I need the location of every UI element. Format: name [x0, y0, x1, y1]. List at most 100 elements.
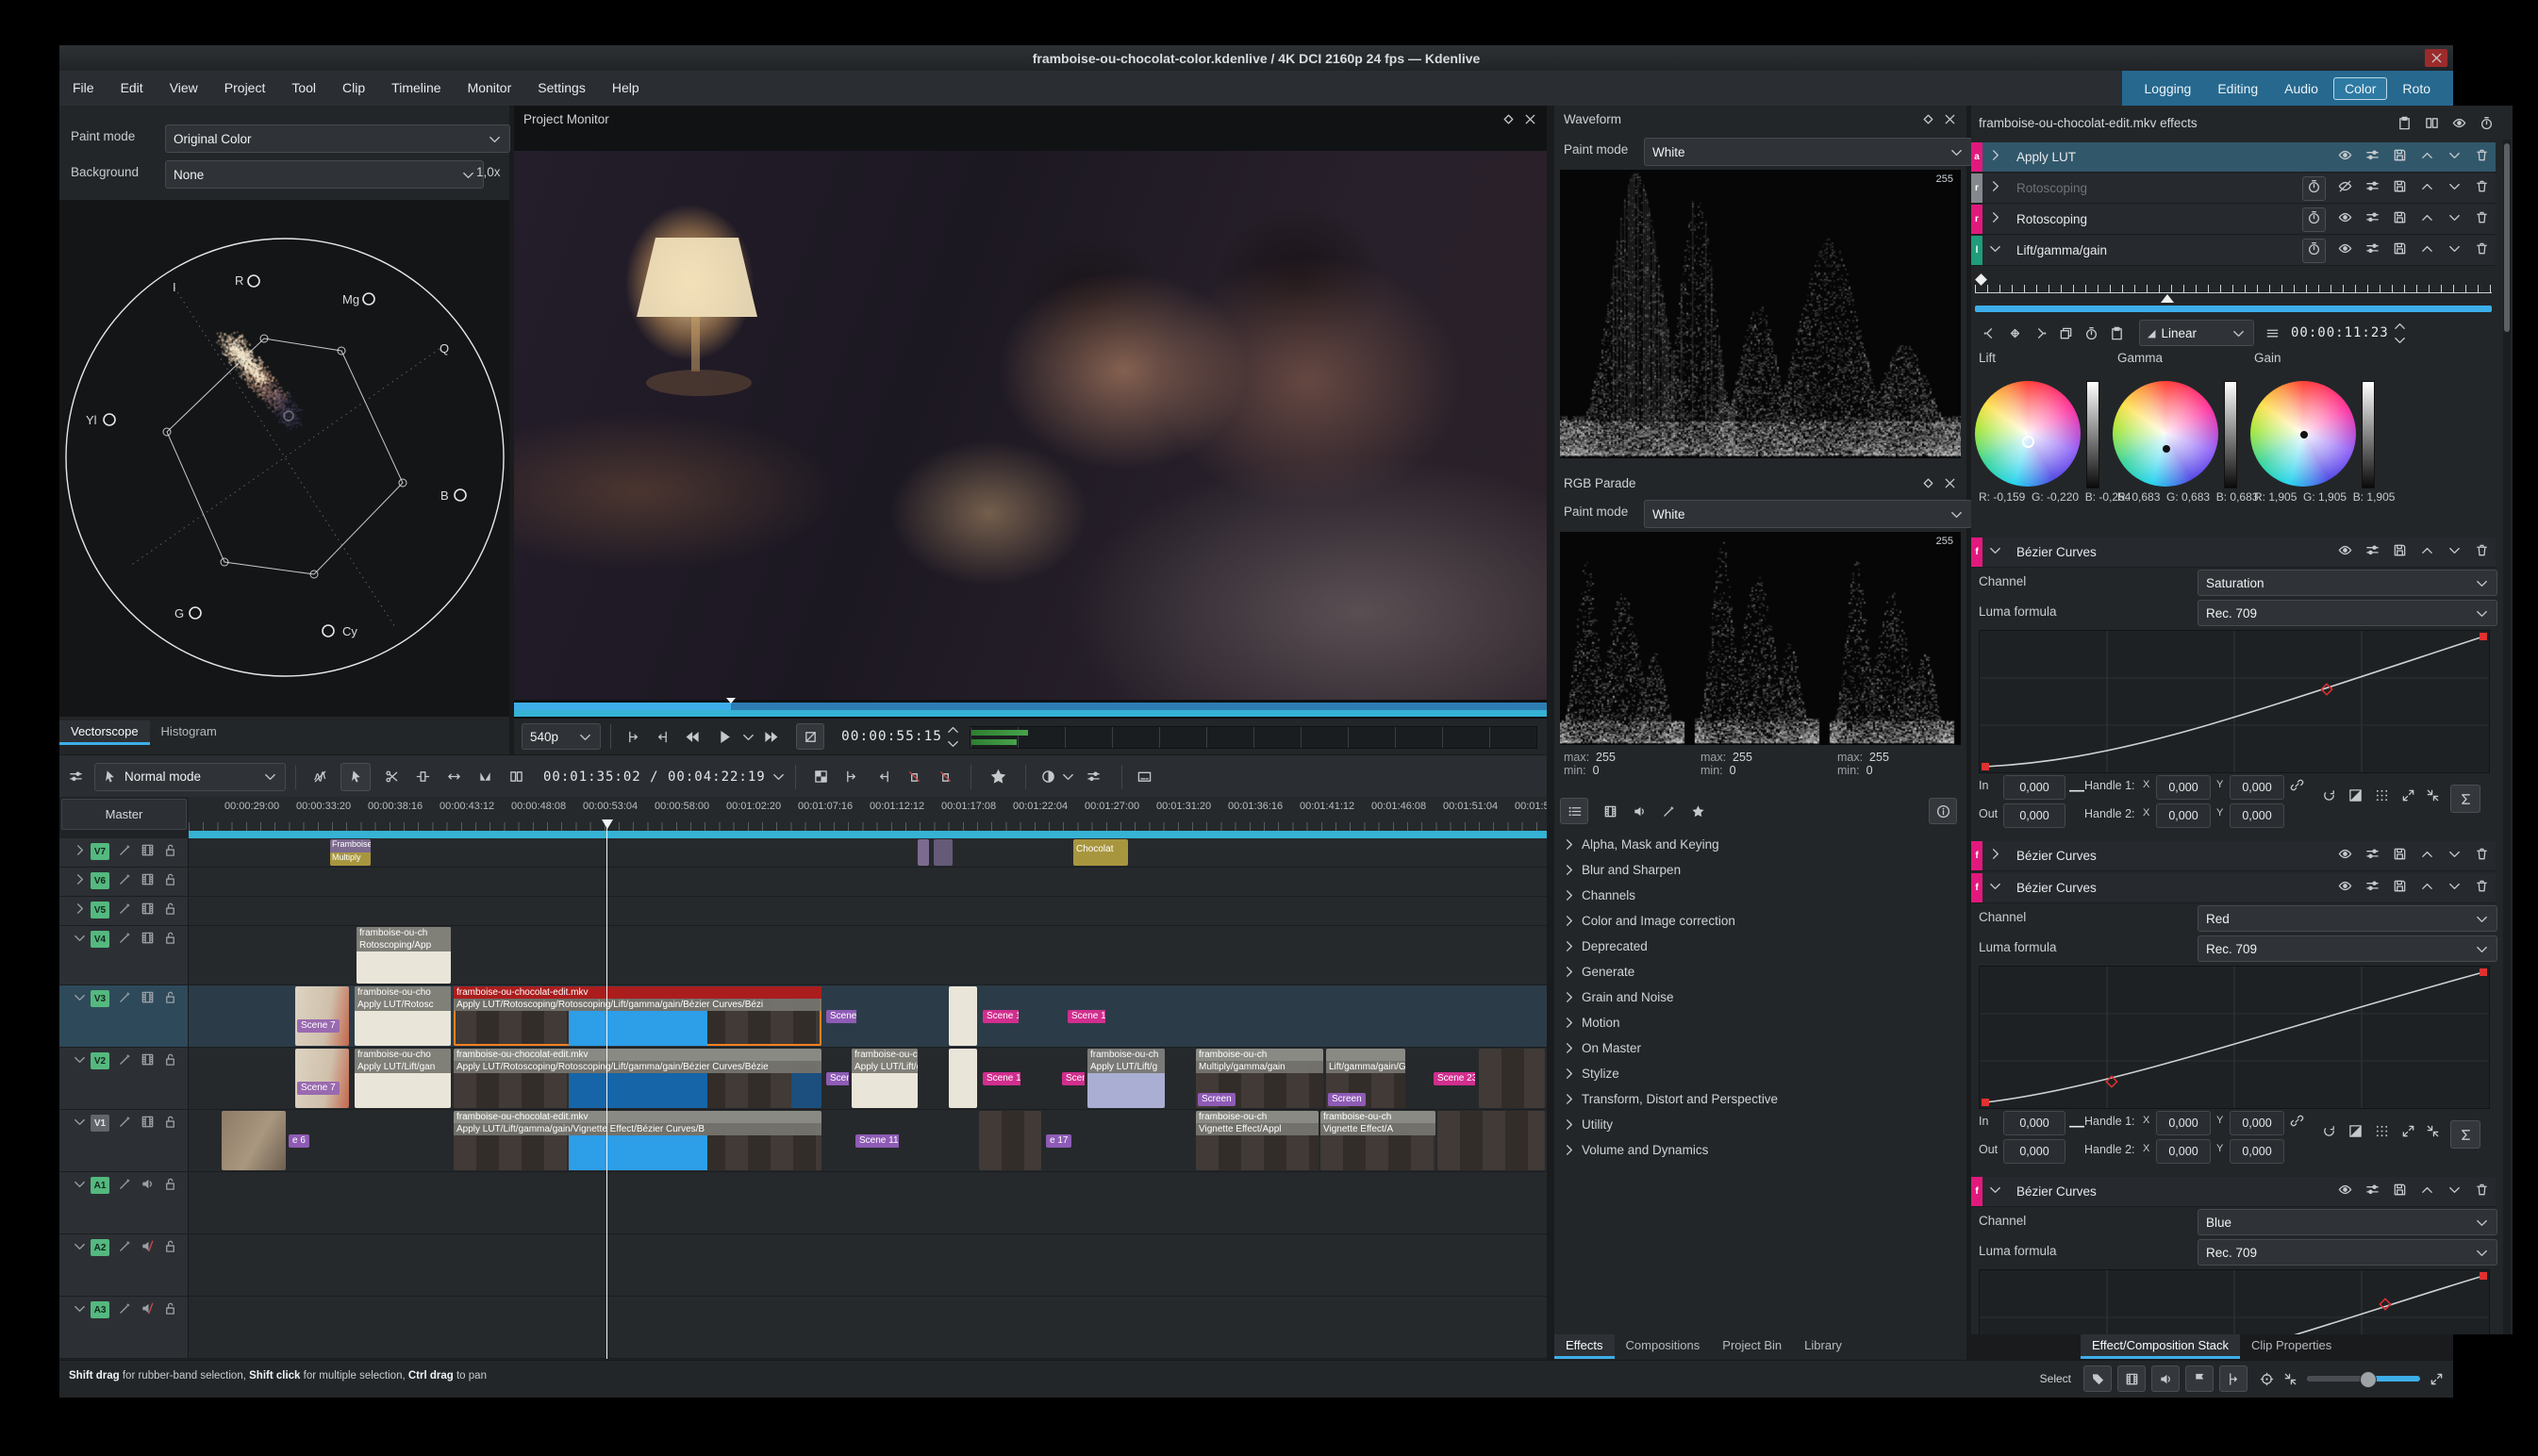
luma-formula-select[interactable]: Rec. 709 [2198, 600, 2497, 626]
effect-presets-button[interactable] [2365, 847, 2380, 866]
keyframe-toggle-button[interactable] [2302, 239, 2326, 263]
wheel-cursor[interactable] [2163, 445, 2170, 453]
effect-category-item[interactable]: Transform, Distort and Perspective [1554, 1086, 1966, 1112]
favorite-effects-filter-button[interactable] [1691, 804, 1705, 819]
wheel-slider-gain[interactable] [2362, 381, 2375, 488]
timeline-clip[interactable]: Scene 23 [1432, 1049, 1475, 1108]
move-effect-down-button[interactable] [2447, 148, 2462, 167]
track-effects-icon[interactable] [118, 872, 132, 886]
track-collapse-button[interactable] [64, 1301, 87, 1315]
timeline-clip[interactable]: Scene 7 [295, 986, 349, 1046]
timeline-clip-selected[interactable]: framboise-ou-chocolat-edit.mkvApply LUT/… [454, 986, 821, 1046]
track-effects-icon[interactable] [118, 1177, 132, 1191]
keyframe-timecode[interactable]: 00:00:11:23 [2291, 325, 2389, 340]
video-thumbnails-toggle[interactable] [2117, 1365, 2146, 1392]
track-target-chip[interactable]: V7 [91, 843, 109, 860]
effect-enable-button[interactable] [2338, 543, 2352, 562]
timeline-ruler[interactable]: 00:00:29:0000:00:33:2000:00:38:1600:00:4… [189, 797, 1547, 832]
lock-icon[interactable] [163, 1239, 177, 1253]
track-collapse-button[interactable] [64, 843, 87, 857]
timeline-clip[interactable]: framboise-ou-chocolat-edit.mkvApply LUT/… [454, 1111, 821, 1170]
channel-select[interactable]: Saturation [2198, 570, 2497, 596]
save-effect-button[interactable] [2393, 847, 2407, 866]
delete-effect-button[interactable] [2475, 210, 2489, 229]
timeline-clip[interactable]: framboise-ou-chVignette Effect/Appl [1196, 1111, 1319, 1170]
effect-row[interactable]: lLift/gamma/gain [1971, 236, 2496, 266]
close-panel-button[interactable] [1943, 476, 1957, 490]
effect-category-item[interactable]: Color and Image correction [1554, 908, 1966, 934]
tab-compositions[interactable]: Compositions [1615, 1334, 1712, 1359]
timeline-zoom-slider[interactable] [2307, 1376, 2420, 1382]
playback-speed-button[interactable] [1041, 769, 1055, 784]
track-target-chip[interactable]: A1 [91, 1177, 109, 1194]
effect-expand-button[interactable] [1988, 543, 2002, 562]
wheel-slider-lift[interactable] [2086, 381, 2099, 488]
slip-tool-button[interactable] [447, 769, 461, 784]
wheel-slider-gamma[interactable] [2224, 381, 2237, 488]
tab-library[interactable]: Library [1793, 1334, 1853, 1359]
keyframe-options-button[interactable] [2265, 326, 2280, 340]
timeline-clip[interactable]: framboise-ou-chRotoscoping/App [357, 927, 451, 984]
timeline-clip[interactable] [949, 1049, 977, 1108]
move-effect-up-button[interactable] [2420, 1183, 2434, 1201]
rewind-button[interactable] [683, 728, 701, 746]
rgb-parade-paint-mode-select[interactable]: White [1644, 500, 1972, 528]
luma-formula-select[interactable]: Rec. 709 [2198, 935, 2497, 962]
zone-mode-button[interactable] [796, 723, 824, 750]
track-header-v7[interactable]: V7 [59, 838, 189, 867]
track-target-chip[interactable]: V1 [91, 1115, 109, 1132]
effect-expand-button[interactable] [1988, 148, 2002, 167]
timeline-clip[interactable]: framboise-ou-choApply LUT/Lift/gan [355, 1049, 451, 1108]
tab-vectorscope[interactable]: Vectorscope [59, 720, 150, 745]
fit-zoom-button[interactable] [2283, 1372, 2297, 1386]
keyframe-stopwatch-button[interactable] [2084, 326, 2098, 340]
track-target-chip[interactable]: V2 [91, 1052, 109, 1069]
play-button[interactable] [716, 728, 734, 746]
timeline-clip[interactable] [934, 839, 953, 866]
track-header-v3[interactable]: V3 [59, 985, 189, 1047]
keyframe-zone-bar[interactable] [1975, 306, 2492, 312]
spacer-tool-button[interactable] [416, 769, 430, 784]
save-effect-button[interactable] [2393, 241, 2407, 260]
film-icon[interactable] [141, 1115, 155, 1129]
track-lane-v3[interactable]: Scene 7framboise-ou-choApply LUT/Rotoscf… [189, 985, 1547, 1047]
track-lane-v1[interactable]: e 6framboise-ou-chocolat-edit.mkvApply L… [189, 1110, 1547, 1171]
use-timeline-zone-button[interactable] [2083, 1365, 2112, 1392]
track-header-a3[interactable]: A3 [59, 1297, 189, 1358]
curve-mode-button[interactable] [2450, 1120, 2480, 1149]
effect-category-item[interactable]: Blur and Sharpen [1554, 857, 1966, 883]
move-effect-up-button[interactable] [2420, 210, 2434, 229]
tab-effect-composition-stack[interactable]: Effect/Composition Stack [2081, 1334, 2240, 1359]
snap-toggle[interactable] [2219, 1365, 2248, 1392]
effect-expand-button[interactable] [1988, 879, 2002, 898]
menu-tool[interactable]: Tool [278, 71, 329, 106]
timeline-clip[interactable]: Scene [1060, 1049, 1085, 1108]
timeline-clip[interactable]: framboise-ou-chocolat-edit.mkvApply LUT/… [454, 1049, 821, 1108]
favorite-effects-button[interactable] [989, 768, 1007, 786]
move-effect-down-button[interactable] [2447, 241, 2462, 260]
keyframe-marker[interactable] [1975, 273, 1987, 286]
workspace-editing[interactable]: Editing [2206, 77, 2269, 100]
monitor-resolution-select[interactable]: 540p [522, 723, 601, 750]
effect-expand-button[interactable] [1988, 1183, 2002, 1201]
color-wheel-lift[interactable] [1975, 381, 2081, 487]
menu-help[interactable]: Help [599, 71, 653, 106]
handle2-x[interactable]: 0,000 [2156, 803, 2211, 828]
track-collapse-button[interactable] [64, 1052, 87, 1067]
menu-monitor[interactable]: Monitor [455, 71, 525, 106]
mix-clips-button[interactable] [814, 769, 828, 784]
lock-icon[interactable] [163, 1177, 177, 1191]
effect-enable-button[interactable] [2338, 210, 2352, 229]
grid-lines-button[interactable] [2375, 788, 2389, 802]
edit-mode-select[interactable]: Normal mode [94, 763, 286, 791]
track-target-chip[interactable]: A2 [91, 1239, 109, 1256]
track-collapse-button[interactable] [64, 931, 87, 945]
curve-mode-button[interactable] [2450, 785, 2480, 813]
effect-enable-button[interactable] [2338, 879, 2352, 898]
effect-category-item[interactable]: Alpha, Mask and Keying [1554, 832, 1966, 857]
vectorscope-background-select[interactable]: None [165, 160, 484, 189]
show-pixmap-button[interactable] [2348, 1124, 2363, 1138]
menu-file[interactable]: File [59, 71, 108, 106]
forward-button[interactable] [763, 728, 781, 746]
show-pixmap-button[interactable] [2348, 788, 2363, 802]
